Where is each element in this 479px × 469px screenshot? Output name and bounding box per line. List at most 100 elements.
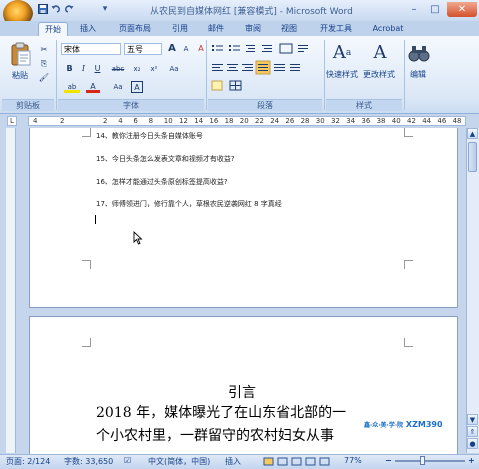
binoculars-icon[interactable] (408, 42, 430, 64)
ruler-number: 48 (452, 117, 462, 125)
ruler-number: 18 (224, 117, 234, 125)
superscript-button[interactable]: x² (147, 63, 161, 75)
ruler-number: 24 (270, 117, 280, 125)
language-status[interactable]: 中文(简体，中国) (148, 456, 210, 467)
editing-button[interactable]: 编辑 (410, 69, 426, 80)
redo-icon[interactable] (64, 4, 74, 14)
ruler-number: 44 (422, 117, 432, 125)
ruler-number: 28 (300, 117, 310, 125)
zoom-slider-track[interactable] (395, 460, 465, 462)
vertical-ruler[interactable] (6, 128, 16, 453)
phonetic-guide-button[interactable]: Aa (110, 81, 126, 93)
ruler-number: 20 (239, 117, 249, 125)
shrink-font-icon[interactable]: A (180, 43, 192, 55)
tab-developer[interactable]: 开发工具 (313, 22, 359, 35)
ruler-number: 42 (407, 117, 416, 125)
ruler-number: 36 (361, 117, 371, 125)
format-painter-icon[interactable]: 🖌 (38, 72, 50, 84)
ruler-number: 38 (376, 117, 386, 125)
scroll-thumb[interactable] (468, 142, 477, 172)
font-size-combo[interactable]: 五号 (124, 43, 162, 55)
copy-icon[interactable]: ⎘ (38, 58, 50, 70)
view-buttons[interactable] (262, 457, 332, 466)
crop-mark (404, 128, 413, 137)
zoom-out-button[interactable]: − (385, 456, 392, 465)
clipboard-group-label: 剪贴板 (2, 99, 54, 111)
ruler-number: 14 (194, 117, 204, 125)
highlight-button[interactable]: ab (64, 81, 80, 93)
change-case-button[interactable]: Aa (166, 63, 182, 75)
group-divider (56, 40, 57, 110)
tab-acrobat[interactable]: Acrobat (368, 22, 408, 35)
insert-mode[interactable]: 插入 (225, 456, 241, 467)
paragraph-group-label: 段落 (208, 99, 322, 111)
italic-button[interactable]: I (78, 63, 89, 75)
toc-line: 17、师傅领进门，修行靠个人，草根农民逆袭网红 8 字真经 (96, 200, 282, 208)
tab-view[interactable]: 视图 (276, 22, 302, 35)
zoom-in-button[interactable]: + (468, 456, 475, 465)
scroll-down-button[interactable]: ▼ (467, 414, 478, 425)
quick-styles-button[interactable]: 快速样式 (326, 69, 358, 80)
maximize-button[interactable]: □ (425, 2, 445, 17)
section-heading: 引言 (228, 385, 256, 401)
close-button[interactable]: ✕ (447, 2, 477, 17)
body-paragraph-line: 个小农村里，一群留守的农村妇女从事 (96, 428, 334, 444)
vertical-scrollbar[interactable] (466, 128, 479, 453)
font-group-label: 字体 (58, 99, 204, 111)
bold-button[interactable]: B (64, 63, 75, 75)
undo-icon[interactable] (51, 4, 61, 14)
ruler-number: 12 (179, 117, 188, 125)
paste-button[interactable]: 粘贴 (12, 70, 28, 81)
underline-button[interactable]: U (92, 63, 103, 75)
browse-object-button[interactable]: ● (467, 438, 478, 449)
ruler-number: 34 (346, 117, 356, 125)
body-paragraph-line: 2018 年，媒体曝光了在山东省北部的一 (96, 405, 347, 421)
paste-icon[interactable] (8, 42, 34, 68)
grow-font-icon[interactable]: A (166, 43, 178, 55)
subscript-button[interactable]: x₂ (130, 63, 144, 75)
ruler-number: 8 (148, 117, 154, 125)
cut-icon[interactable]: ✂ (38, 44, 50, 56)
save-icon[interactable] (38, 4, 48, 14)
font-name-combo[interactable]: 宋体 (61, 43, 121, 55)
styles-group-label: 样式 (326, 99, 402, 111)
ruler-number: 32 (331, 117, 340, 125)
group-divider (206, 40, 207, 110)
scroll-up-button[interactable]: ▲ (467, 128, 478, 139)
paragraph-controls (210, 43, 320, 93)
char-border-button[interactable]: A (131, 81, 143, 93)
quick-styles-icon[interactable]: Aa (331, 42, 353, 64)
tab-page-layout[interactable]: 页面布局 (112, 22, 158, 35)
qat-more-icon[interactable]: ▾ (100, 4, 110, 14)
ruler-number: 30 (315, 117, 325, 125)
group-divider (324, 40, 325, 110)
zoom-slider-thumb[interactable] (420, 456, 425, 465)
zoom-level[interactable]: 77% (344, 456, 362, 465)
tab-references[interactable]: 引用 (167, 22, 193, 35)
font-color-button[interactable]: A (86, 81, 100, 93)
document-page[interactable] (29, 128, 458, 308)
proofing-icon[interactable]: ☑ (124, 456, 131, 465)
ruler-number: 10 (163, 117, 173, 125)
mouse-pointer-icon (133, 230, 143, 245)
minimize-button[interactable]: – (404, 2, 424, 17)
crop-mark (82, 128, 91, 137)
change-styles-icon[interactable]: A (369, 42, 391, 64)
tab-home[interactable]: 开始 (38, 22, 68, 36)
ruler-number: 4 (118, 117, 123, 125)
change-styles-button[interactable]: 更改样式 (363, 69, 395, 80)
strikethrough-button[interactable]: abc (109, 63, 127, 75)
ruler-number: 22 (255, 117, 264, 125)
ruler-number: 4 (33, 117, 38, 125)
previous-page-button[interactable]: ⇑ (467, 426, 478, 437)
word-count[interactable]: 字数: 33,650 (64, 456, 113, 467)
ruler-number: 2 (103, 117, 108, 125)
ruler-number: 16 (209, 117, 219, 125)
crop-mark (82, 260, 91, 269)
tab-review[interactable]: 审阅 (240, 22, 266, 35)
page-count[interactable]: 页面: 2/124 (6, 456, 50, 467)
tab-mailings[interactable]: 邮件 (203, 22, 229, 35)
tab-selector[interactable]: L (7, 116, 17, 126)
crop-mark (82, 338, 91, 347)
tab-insert[interactable]: 插入 (73, 22, 103, 35)
